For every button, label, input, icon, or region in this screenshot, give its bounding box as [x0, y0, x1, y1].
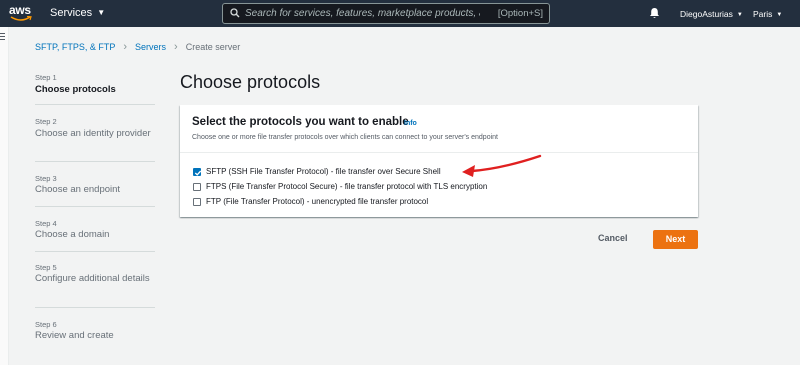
ftps-checkbox[interactable] — [193, 183, 201, 191]
bell-icon[interactable] — [649, 7, 660, 19]
side-nav-divider — [8, 27, 9, 365]
sftp-option-label: SFTP (SSH File Transfer Protocol) - file… — [206, 167, 441, 176]
step-3-label: Step 3 — [35, 174, 57, 183]
step-3-title[interactable]: Choose an endpoint — [35, 184, 155, 197]
aws-logo-text: aws — [9, 3, 31, 17]
panel-header: Select the protocols you want to enable … — [180, 105, 698, 153]
breadcrumb-sftp-ftps-ftp[interactable]: SFTP, FTPS, & FTP — [35, 42, 115, 52]
step-4-label: Step 4 — [35, 219, 57, 228]
side-nav-collapsed — [0, 27, 8, 365]
panel-title: Select the protocols you want to enable — [192, 116, 409, 128]
step-6-title[interactable]: Review and create — [35, 330, 155, 343]
info-link[interactable]: Info — [404, 120, 417, 127]
protocols-panel: Select the protocols you want to enable … — [180, 105, 698, 217]
account-menu[interactable]: DiegoAsturias ▼ — [680, 9, 743, 19]
step-4-title[interactable]: Choose a domain — [35, 229, 155, 242]
step-divider — [35, 251, 155, 252]
checkmark-icon — [194, 170, 202, 176]
step-2-label: Step 2 — [35, 117, 57, 126]
sftp-checkbox[interactable] — [193, 168, 202, 176]
breadcrumb: SFTP, FTPS, & FTP › Servers › Create server — [35, 41, 240, 53]
ftp-option-label: FTP (File Transfer Protocol) - unencrypt… — [206, 197, 429, 206]
chevron-right-icon: › — [174, 41, 178, 53]
breadcrumb-create-server: Create server — [185, 42, 241, 52]
step-5-label: Step 5 — [35, 263, 57, 272]
next-button[interactable]: Next — [653, 230, 698, 249]
search-icon — [230, 8, 240, 18]
chevron-right-icon: › — [123, 41, 128, 53]
aws-smile-icon — [10, 16, 32, 21]
step-divider — [35, 104, 155, 105]
region-name: Paris — [753, 9, 773, 19]
account-name: DiegoAsturias — [680, 9, 733, 19]
step-divider — [35, 206, 155, 207]
services-menu-label: Services — [50, 7, 93, 19]
services-menu[interactable]: Services ▼ — [50, 7, 105, 19]
step-1-label: Step 1 — [35, 73, 57, 82]
step-1-title: Choose protocols — [35, 84, 116, 95]
annotation-arrow-icon — [462, 154, 542, 177]
ftps-option-label: FTPS (File Transfer Protocol Secure) - f… — [206, 182, 488, 191]
step-6-label: Step 6 — [35, 320, 57, 329]
step-2-title[interactable]: Choose an identity provider — [35, 128, 155, 141]
step-5-title[interactable]: Configure additional details — [35, 273, 155, 286]
caret-down-icon: ▼ — [736, 12, 743, 18]
caret-down-icon: ▼ — [776, 12, 783, 18]
search-shortcut-hint: [Option+S] — [497, 8, 543, 19]
search-input[interactable] — [245, 6, 480, 21]
top-navigation-bar: aws Services▼ [Option+S] DiegoAsturias▼ … — [0, 0, 800, 27]
search-bar[interactable]: [Option+S] — [222, 3, 550, 24]
aws-logo[interactable]: aws — [9, 3, 35, 23]
hamburger-menu-icon[interactable] — [0, 33, 5, 42]
region-menu[interactable]: Paris ▼ — [753, 9, 782, 19]
cancel-button[interactable]: Cancel — [598, 233, 628, 243]
step-divider — [35, 307, 155, 308]
breadcrumb-servers[interactable]: Servers — [135, 42, 166, 52]
page-title: Choose protocols — [180, 72, 321, 92]
step-divider — [35, 161, 155, 162]
ftp-checkbox[interactable] — [193, 198, 201, 206]
caret-down-icon: ▼ — [97, 8, 106, 17]
panel-description: Choose one or more file transfer protoco… — [192, 134, 498, 141]
